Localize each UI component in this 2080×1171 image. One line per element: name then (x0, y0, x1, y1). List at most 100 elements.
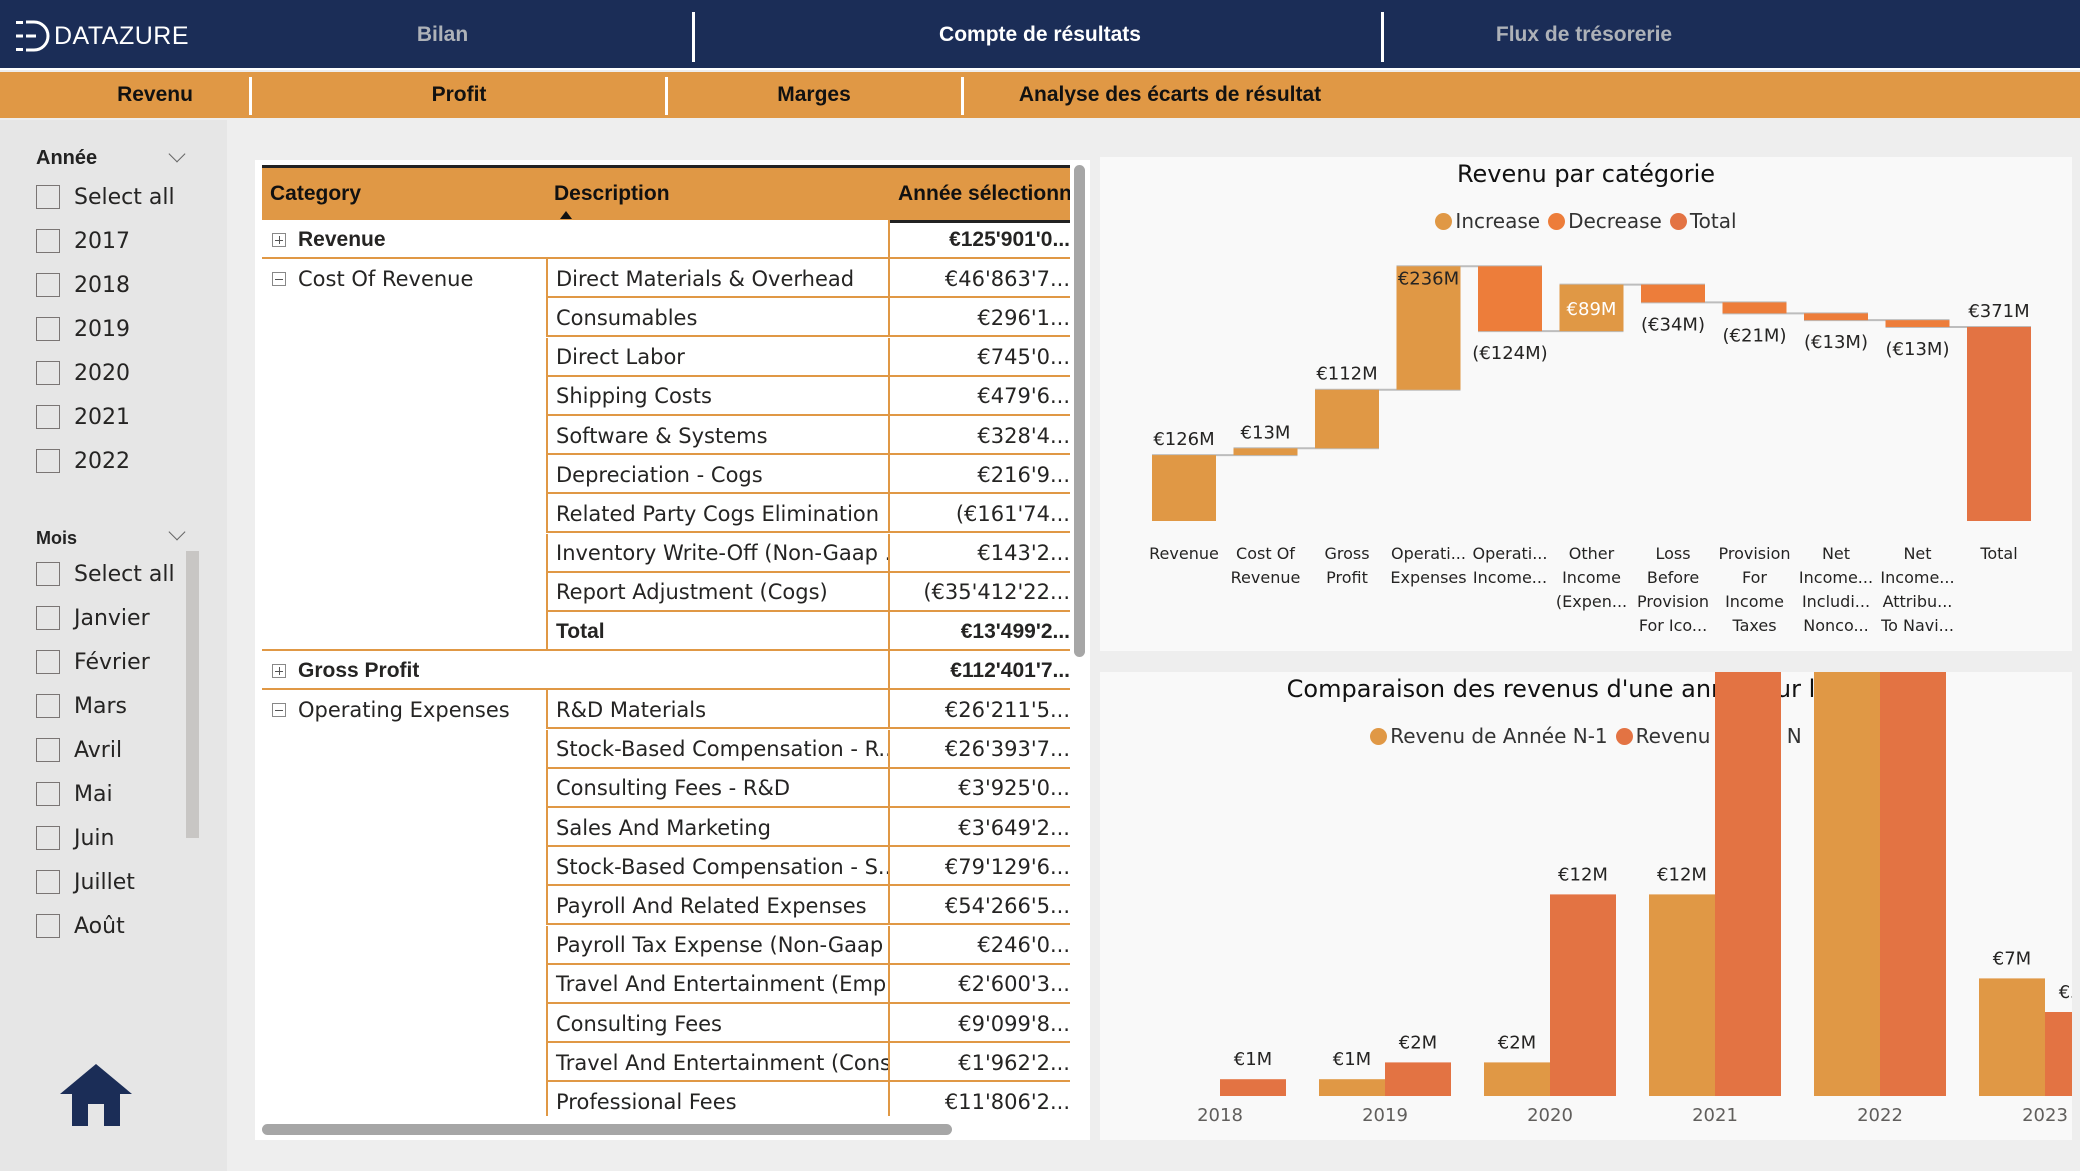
slicer-item-label: 2022 (74, 448, 130, 474)
tab-compte-de-resultats[interactable]: Compte de résultats (695, 0, 1385, 70)
bar-current-year[interactable] (1385, 1062, 1451, 1096)
slicer-item[interactable]: Mai (36, 779, 113, 809)
value-cell: €125'901'0... (888, 220, 1070, 259)
column-header-category[interactable]: Category (270, 168, 540, 220)
table-row[interactable]: Inventory Write-Off (Non-Gaap ... €143'2.… (262, 533, 1070, 573)
brand-logo: DATAZURE (16, 18, 189, 54)
slicer-item[interactable]: Select all (36, 182, 175, 212)
slicer-item[interactable]: 2022 (36, 446, 130, 476)
slicer-item[interactable]: Janvier (36, 603, 150, 633)
slicer-item[interactable]: 2020 (36, 358, 130, 388)
table-horizontal-scrollbar[interactable] (262, 1124, 952, 1135)
checkbox[interactable] (36, 870, 60, 894)
table-row[interactable]: Travel And Entertainment (Empl... €2'600'… (262, 964, 1070, 1004)
column-header-selected-year[interactable]: Année sélectionnée (898, 168, 1070, 220)
slicer-item[interactable]: Mars (36, 691, 127, 721)
checkbox[interactable] (36, 273, 60, 297)
table-row[interactable]: Consumables €296'1... (262, 298, 1070, 338)
checkbox[interactable] (36, 606, 60, 630)
table-row[interactable]: Operating Expenses R&D Materials €26'211'5… (262, 690, 1070, 730)
subtab-marges[interactable]: Marges (668, 72, 960, 118)
waterfall-bar[interactable] (1722, 302, 1787, 314)
waterfall-bar[interactable] (1641, 284, 1705, 303)
table-row[interactable]: Gross Profit €112'401'7... (262, 651, 1070, 691)
table-row[interactable]: Total €13'499'2... (262, 612, 1070, 651)
checkbox[interactable] (36, 317, 60, 341)
tab-flux-de-tresorerie[interactable]: Flux de trésorerie (1384, 0, 1784, 70)
slicer-item[interactable]: 2021 (36, 402, 130, 432)
table-row[interactable]: Stock-Based Compensation - S... €79'129'6… (262, 847, 1070, 887)
home-icon[interactable] (58, 1062, 134, 1128)
subtab-profit[interactable]: Profit (252, 72, 666, 118)
slicer-item[interactable]: Février (36, 647, 150, 677)
table-row[interactable]: Stock-Based Compensation - R... €26'393'7… (262, 729, 1070, 769)
table-row[interactable]: Direct Labor €745'0... (262, 337, 1070, 377)
column-header-description[interactable]: Description (554, 168, 884, 220)
chevron-down-icon[interactable] (168, 145, 186, 163)
tab-bilan[interactable]: Bilan (190, 0, 695, 70)
checkbox[interactable] (36, 185, 60, 209)
bar-prev-year[interactable] (1484, 1062, 1550, 1096)
bar-prev-year[interactable] (1649, 894, 1715, 1096)
checkbox[interactable] (36, 562, 60, 586)
bar-prev-year[interactable] (1814, 672, 1880, 1096)
value-cell: €79'129'6... (888, 847, 1070, 887)
table-row[interactable]: Revenue €125'901'0... (262, 220, 1070, 259)
waterfall-bar[interactable] (1152, 455, 1216, 521)
slicer-item[interactable]: 2018 (36, 270, 130, 300)
bar-prev-year[interactable] (1979, 978, 2045, 1096)
checkbox[interactable] (36, 826, 60, 850)
subtab-revenu[interactable]: Revenu (60, 72, 250, 118)
slicer-item[interactable]: 2017 (36, 226, 130, 256)
waterfall-bar[interactable] (1967, 326, 2031, 521)
checkbox[interactable] (36, 449, 60, 473)
slicer-item[interactable]: Juin (36, 823, 115, 853)
bar-prev-year[interactable] (1319, 1079, 1385, 1096)
table-row[interactable]: Shipping Costs €479'6... (262, 376, 1070, 416)
slicer-item[interactable]: Select all (36, 559, 175, 589)
slicer-item[interactable]: Avril (36, 735, 122, 765)
table-row[interactable]: Travel And Entertainment (Cons... €1'962'… (262, 1043, 1070, 1083)
checkbox[interactable] (36, 738, 60, 762)
table-row[interactable]: Cost Of Revenue Direct Materials & Overhe… (262, 259, 1070, 299)
table-row[interactable]: Depreciation - Cogs €216'9... (262, 455, 1070, 495)
table-row[interactable]: Payroll And Related Expenses €54'266'5... (262, 886, 1070, 926)
slicer-item[interactable]: Août (36, 911, 125, 941)
slicer-item[interactable]: Juillet (36, 867, 135, 897)
table-row[interactable]: Related Party Cogs Elimination (€161'74..… (262, 494, 1070, 534)
slicer-item[interactable]: 2019 (36, 314, 130, 344)
checkbox[interactable] (36, 229, 60, 253)
table-row[interactable]: Professional Fees €11'806'2... (262, 1082, 1070, 1116)
checkbox[interactable] (36, 782, 60, 806)
waterfall-bar[interactable] (1478, 266, 1542, 332)
waterfall-bar[interactable] (1315, 389, 1379, 449)
table-row[interactable]: Consulting Fees €9'099'8... (262, 1004, 1070, 1043)
table-row[interactable]: Software & Systems €328'4... (262, 416, 1070, 455)
slicer-item-label: Janvier (74, 605, 150, 631)
waterfall-bar[interactable] (1885, 320, 1950, 327)
bar-current-year[interactable] (1550, 894, 1616, 1096)
month-slicer-scrollbar[interactable] (186, 551, 199, 838)
checkbox[interactable] (36, 361, 60, 385)
bar-current-year[interactable] (1715, 672, 1781, 1096)
checkbox[interactable] (36, 914, 60, 938)
checkbox[interactable] (36, 405, 60, 429)
table-row[interactable]: Sales And Marketing €3'649'2... (262, 808, 1070, 847)
table-row[interactable]: Report Adjustment (Cogs) (€35'412'22... (262, 572, 1070, 612)
bar-current-year[interactable] (2045, 1012, 2072, 1096)
x-axis-label: Income... (1799, 568, 1873, 587)
table-row[interactable]: Payroll Tax Expense (Non-Gaap ... €246'0.… (262, 925, 1070, 965)
checkbox[interactable] (36, 650, 60, 674)
data-label: €112M (1316, 364, 1377, 385)
bar-current-year[interactable] (1220, 1079, 1286, 1096)
bar-current-year[interactable] (1880, 672, 1946, 1096)
waterfall-bar[interactable] (1804, 313, 1868, 321)
table-vertical-scrollbar[interactable] (1074, 165, 1085, 657)
subtab-analyse-ecarts[interactable]: Analyse des écarts de résultat (964, 72, 1376, 118)
checkbox[interactable] (36, 694, 60, 718)
table-row[interactable]: Consulting Fees - R&D €3'925'0... (262, 768, 1070, 808)
x-axis-label: Profit (1326, 568, 1368, 587)
waterfall-bar[interactable] (1233, 448, 1298, 456)
x-axis-label: To Navi... (1880, 616, 1954, 635)
chevron-down-icon[interactable] (168, 523, 186, 541)
